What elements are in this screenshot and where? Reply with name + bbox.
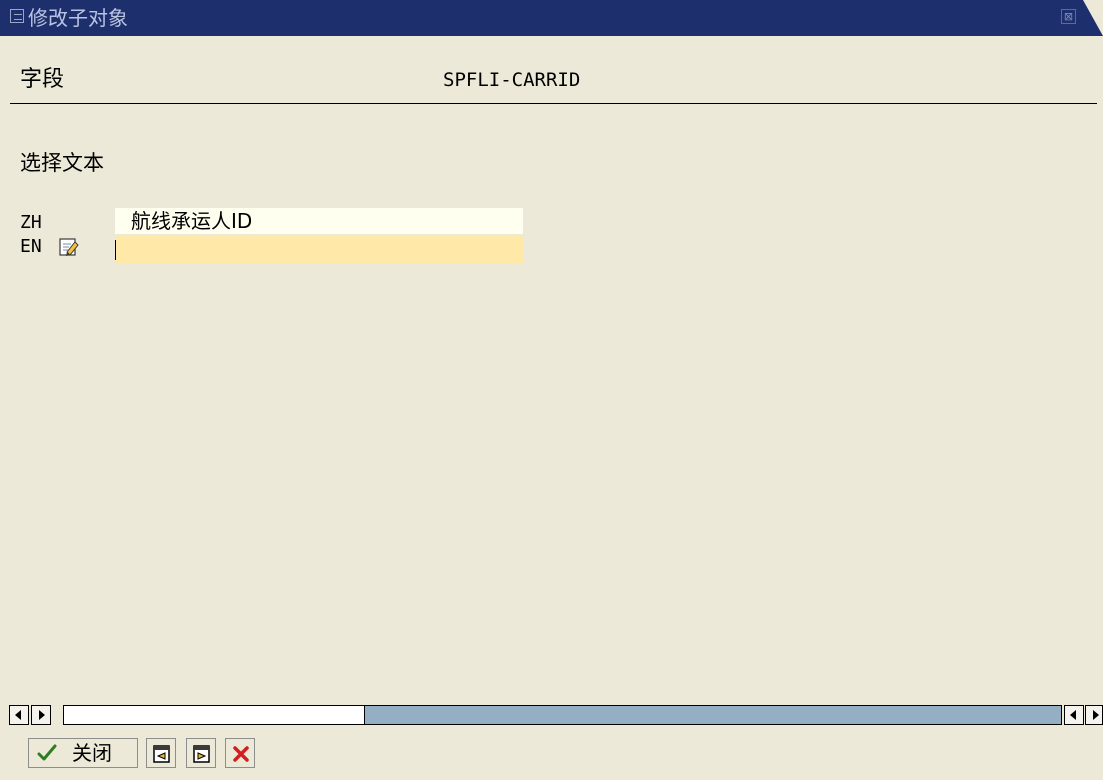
close-button-label: 关闭 <box>72 741 112 765</box>
bottom-toolbar: 关闭 <box>0 730 1103 780</box>
scroll-thumb[interactable] <box>64 706 365 724</box>
scroll-track[interactable] <box>63 705 1062 725</box>
en-text-input[interactable] <box>115 236 523 264</box>
checkmark-icon <box>37 744 57 761</box>
cancel-button[interactable] <box>225 738 255 768</box>
horizontal-scrollbar[interactable] <box>9 705 1103 727</box>
scroll-right-button[interactable] <box>31 705 51 725</box>
scroll-right-arrow-icon <box>1093 710 1099 720</box>
scroll-right-arrow-icon <box>39 710 45 720</box>
next-entry-button[interactable] <box>186 738 216 768</box>
language-code-en: EN <box>20 236 42 257</box>
language-code-zh: ZH <box>20 212 42 233</box>
window-title: 修改子对象 <box>28 6 128 30</box>
zh-text-field: 航线承运人ID <box>115 208 523 234</box>
field-value: SPFLI-CARRID <box>443 69 581 91</box>
close-button[interactable]: 关闭 <box>28 738 138 768</box>
close-window-button[interactable]: ⊠ <box>1061 9 1076 24</box>
scroll-left-arrow-icon <box>1070 710 1076 720</box>
scroll-left-end-button[interactable] <box>1064 705 1084 725</box>
scroll-left-arrow-icon <box>15 710 21 720</box>
next-entry-icon <box>193 745 210 763</box>
separator-line <box>10 103 1097 104</box>
text-cursor <box>115 240 116 260</box>
selection-text-heading: 选择文本 <box>20 151 104 175</box>
window-menu-icon[interactable] <box>10 9 24 23</box>
previous-entry-button[interactable] <box>146 738 176 768</box>
edit-pencil-icon[interactable] <box>59 237 79 257</box>
title-bar-corner <box>1083 0 1103 36</box>
previous-entry-icon <box>153 745 170 763</box>
scroll-left-button[interactable] <box>9 705 29 725</box>
scroll-right-end-button[interactable] <box>1085 705 1103 725</box>
field-label: 字段 <box>20 67 65 92</box>
cancel-x-icon <box>233 746 249 762</box>
title-bar: 修改子对象 ⊠ <box>0 0 1103 36</box>
